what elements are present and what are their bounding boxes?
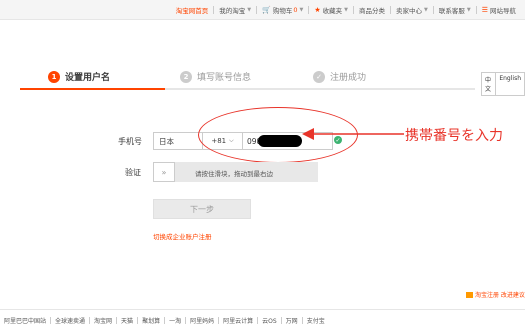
feedback-icon — [466, 291, 473, 298]
slider-handle[interactable]: » — [153, 162, 175, 182]
footer-link[interactable]: 阿里妈妈 — [186, 316, 218, 325]
enterprise-register-link[interactable]: 切换成企业账户注册 — [153, 231, 212, 241]
registration-steps: 1 设置用户名 2 填写账号信息 ✓ 注册成功 — [0, 64, 525, 90]
lang-english-option[interactable]: English — [495, 73, 524, 95]
star-icon: ★ — [314, 6, 321, 14]
cart-count: 0 — [293, 6, 298, 14]
nav-site-map-label: 网站导航 — [490, 7, 516, 15]
country-value: 日本 — [159, 136, 174, 146]
country-code-select[interactable]: +81 ⌵ — [203, 132, 243, 150]
redaction-mark — [258, 135, 302, 147]
nav-contact-link[interactable]: 联系客服 ▼ — [434, 5, 476, 15]
footer-link[interactable]: 全球速卖通 — [51, 316, 89, 325]
nav-home-link[interactable]: 淘宝网首页 — [171, 5, 214, 15]
check-icon: ✓ — [334, 136, 342, 144]
progress-fill — [20, 88, 165, 90]
feedback-label: 淘宝注册 改进建议 — [475, 292, 525, 299]
nav-categories-link[interactable]: 商品分类 — [354, 5, 390, 15]
chevron-down-icon: ▼ — [424, 7, 428, 13]
slider-hint: 请按住滑块，拖动到最右边 — [195, 170, 273, 178]
nav-cart-label: 购物车 — [272, 7, 293, 15]
step-label: 注册成功 — [330, 73, 367, 83]
nav-my-taobao-label: 我的淘宝 — [219, 7, 246, 15]
chevron-down-icon: ▼ — [344, 7, 348, 13]
verify-label: 验证 — [125, 168, 141, 177]
footer: 阿里巴巴中国站 全球速卖通 淘宝网 天猫 聚划算 一淘 阿里妈妈 阿里云计算 云OS 万网 支付宝 — [0, 309, 525, 331]
language-switcher: 中文 English — [481, 72, 525, 96]
nav-seller-center-label: 卖家中心 — [396, 7, 422, 15]
footer-link[interactable]: 万网 — [282, 316, 302, 325]
next-button[interactable]: 下一步 — [153, 199, 251, 219]
top-bar: 淘宝网首页 我的淘宝 ▼ 🛒 购物车 0 ▼ ★ 收藏夹 ▼ 商品分类 卖家中心 ▼ 联系客服… — [0, 0, 525, 20]
step-set-username: 1 设置用户名 — [48, 70, 110, 83]
cart-icon: 🛒 — [262, 6, 271, 14]
footer-link[interactable]: 阿里巴巴中国站 — [0, 316, 50, 325]
country-code-value: +81 — [211, 137, 227, 145]
footer-link[interactable]: 支付宝 — [303, 316, 329, 325]
nav-my-taobao-link[interactable]: 我的淘宝 ▼ — [214, 5, 256, 15]
lang-chinese-option[interactable]: 中文 — [482, 73, 495, 95]
footer-link[interactable]: 一淘 — [165, 316, 185, 325]
step-label: 填写账号信息 — [197, 73, 252, 83]
step-success: ✓ 注册成功 — [313, 70, 366, 83]
footer-link[interactable]: 聚划算 — [138, 316, 164, 325]
nav-contact-label: 联系客服 — [438, 7, 465, 15]
phone-label: 手机号 — [118, 137, 142, 146]
footer-link[interactable]: 云OS — [258, 316, 281, 325]
nav-site-map-link[interactable]: ☰ 网站导航 — [477, 5, 521, 15]
check-icon: ✓ — [313, 70, 325, 83]
chevron-down-icon: ▼ — [466, 7, 471, 13]
footer-links: 阿里巴巴中国站 全球速卖通 淘宝网 天猫 聚划算 一淘 阿里妈妈 阿里云计算 云OS 万网 支付宝 — [0, 316, 329, 325]
nav-seller-center-link[interactable]: 卖家中心 ▼ — [391, 5, 433, 15]
footer-link[interactable]: 天猫 — [117, 316, 137, 325]
feedback-badge[interactable]: 淘宝注册 改进建议 — [466, 290, 525, 299]
chevron-down-icon: ⌵ — [229, 137, 234, 144]
footer-link[interactable]: 淘宝网 — [90, 316, 116, 325]
step-label: 设置用户名 — [65, 73, 111, 83]
footer-link[interactable]: 阿里云计算 — [219, 316, 257, 325]
nav-cart-link[interactable]: 🛒 购物车 0 ▼ — [257, 5, 308, 15]
chevron-down-icon: ▼ — [247, 7, 252, 13]
country-select[interactable]: 日本 — [153, 132, 203, 150]
step-account-info: 2 填写账号信息 — [180, 70, 251, 83]
step-number-badge: 1 — [48, 70, 60, 83]
nav-favorites-link[interactable]: ★ 收藏夹 ▼ — [309, 5, 353, 15]
annotation-text: 携帯番号を入力 — [405, 128, 503, 144]
double-chevron-right-icon: » — [161, 167, 167, 177]
menu-icon: ☰ — [481, 6, 488, 14]
chevron-down-icon: ▼ — [299, 7, 304, 13]
top-nav: 淘宝网首页 我的淘宝 ▼ 🛒 购物车 0 ▼ ★ 收藏夹 ▼ 商品分类 卖家中心 ▼ 联系客服… — [171, 5, 521, 15]
nav-favorites-label: 收藏夹 — [322, 7, 343, 15]
step-number-badge: 2 — [180, 70, 192, 83]
slider-captcha: » 请按住滑块，拖动到最右边 — [153, 162, 318, 182]
